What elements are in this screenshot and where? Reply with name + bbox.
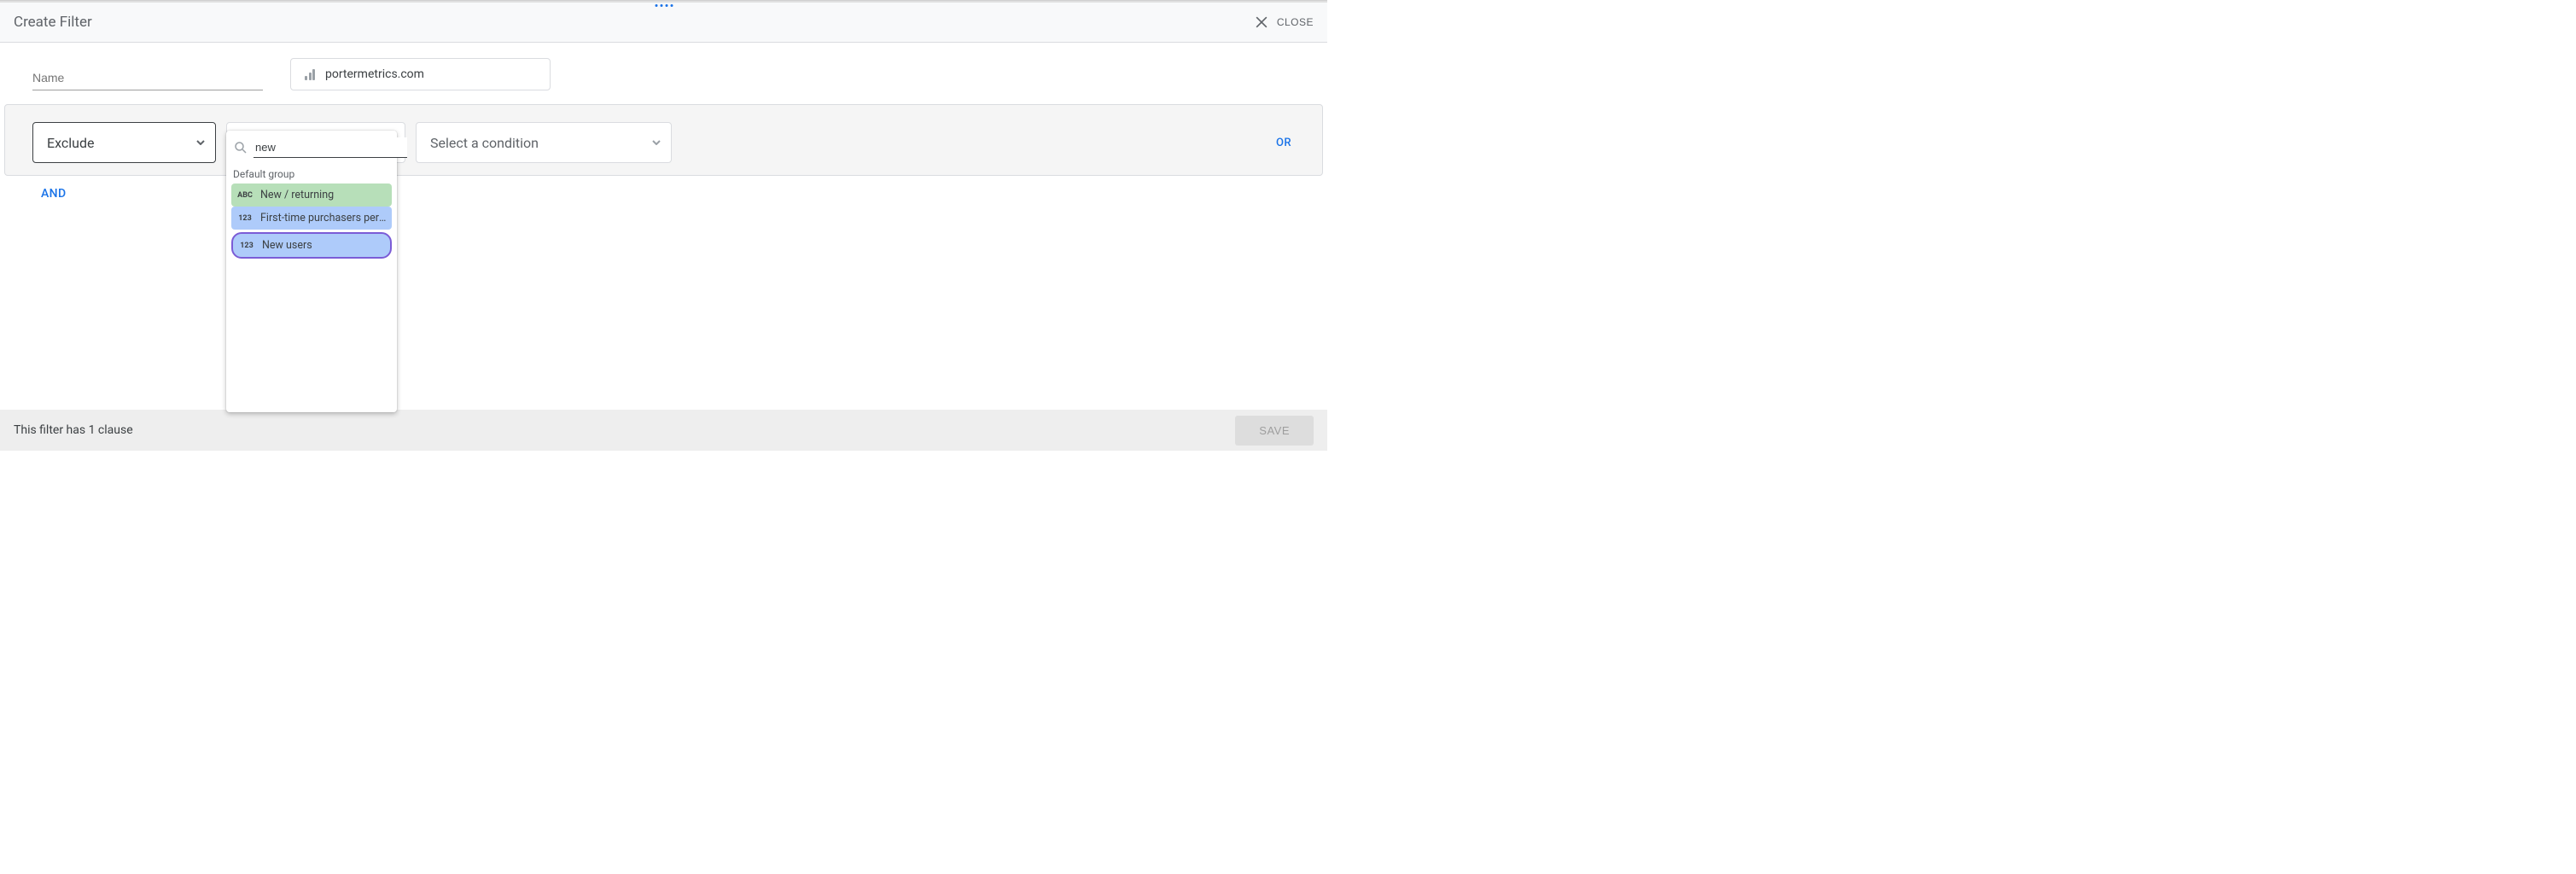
dimension-dropdown-panel: Default group ABC New / returning 123 Fi… [226, 131, 397, 412]
top-divider [0, 0, 1327, 3]
save-button[interactable]: SAVE [1235, 416, 1314, 446]
type-badge-123: 123 [238, 242, 255, 250]
chevron-down-icon [196, 140, 205, 145]
dimension-option-label: New / returning [260, 189, 334, 201]
include-exclude-value: Exclude [47, 135, 94, 151]
datasource-icon [305, 68, 315, 80]
dimension-option-selected[interactable]: 123 New users [231, 232, 392, 259]
dialog-header: Create Filter CLOSE [0, 3, 1327, 43]
type-badge-123: 123 [236, 214, 254, 223]
datasource-chip[interactable]: portermetrics.com [290, 58, 551, 90]
type-badge-abc: ABC [236, 191, 254, 200]
filter-clause-row: Exclude Default group ABC New / returnin… [32, 122, 1295, 163]
or-button[interactable]: OR [1276, 137, 1295, 149]
close-label: CLOSE [1277, 16, 1314, 28]
filter-name-input[interactable] [32, 66, 263, 90]
dialog-footer: This filter has 1 clause SAVE [0, 410, 1327, 451]
filter-builder-area: Exclude Default group ABC New / returnin… [4, 104, 1323, 176]
chevron-down-icon [652, 140, 661, 145]
condition-select[interactable]: Select a condition [416, 122, 672, 163]
close-button[interactable]: CLOSE [1253, 14, 1314, 31]
dialog-title: Create Filter [14, 14, 92, 31]
search-icon [233, 140, 248, 155]
and-button[interactable]: AND [41, 187, 67, 201]
dimension-search-row [226, 137, 397, 158]
clause-count-text: This filter has 1 clause [14, 423, 133, 437]
dimension-option[interactable]: 123 First-time purchasers per n… [231, 207, 392, 230]
dimension-option[interactable]: ABC New / returning [231, 184, 392, 207]
condition-placeholder: Select a condition [430, 135, 539, 151]
dimension-group-label: Default group [226, 161, 397, 184]
dimension-option-label: New users [262, 239, 312, 252]
dimension-search-input[interactable] [254, 137, 407, 158]
meta-row: portermetrics.com [0, 43, 1327, 104]
dimension-select-wrapper: Default group ABC New / returning 123 Fi… [226, 122, 405, 163]
datasource-label: portermetrics.com [325, 67, 424, 81]
drag-handle-dots[interactable] [655, 4, 673, 7]
close-icon [1253, 14, 1270, 31]
dimension-option-label: First-time purchasers per n… [260, 212, 387, 224]
include-exclude-select[interactable]: Exclude [32, 122, 216, 163]
